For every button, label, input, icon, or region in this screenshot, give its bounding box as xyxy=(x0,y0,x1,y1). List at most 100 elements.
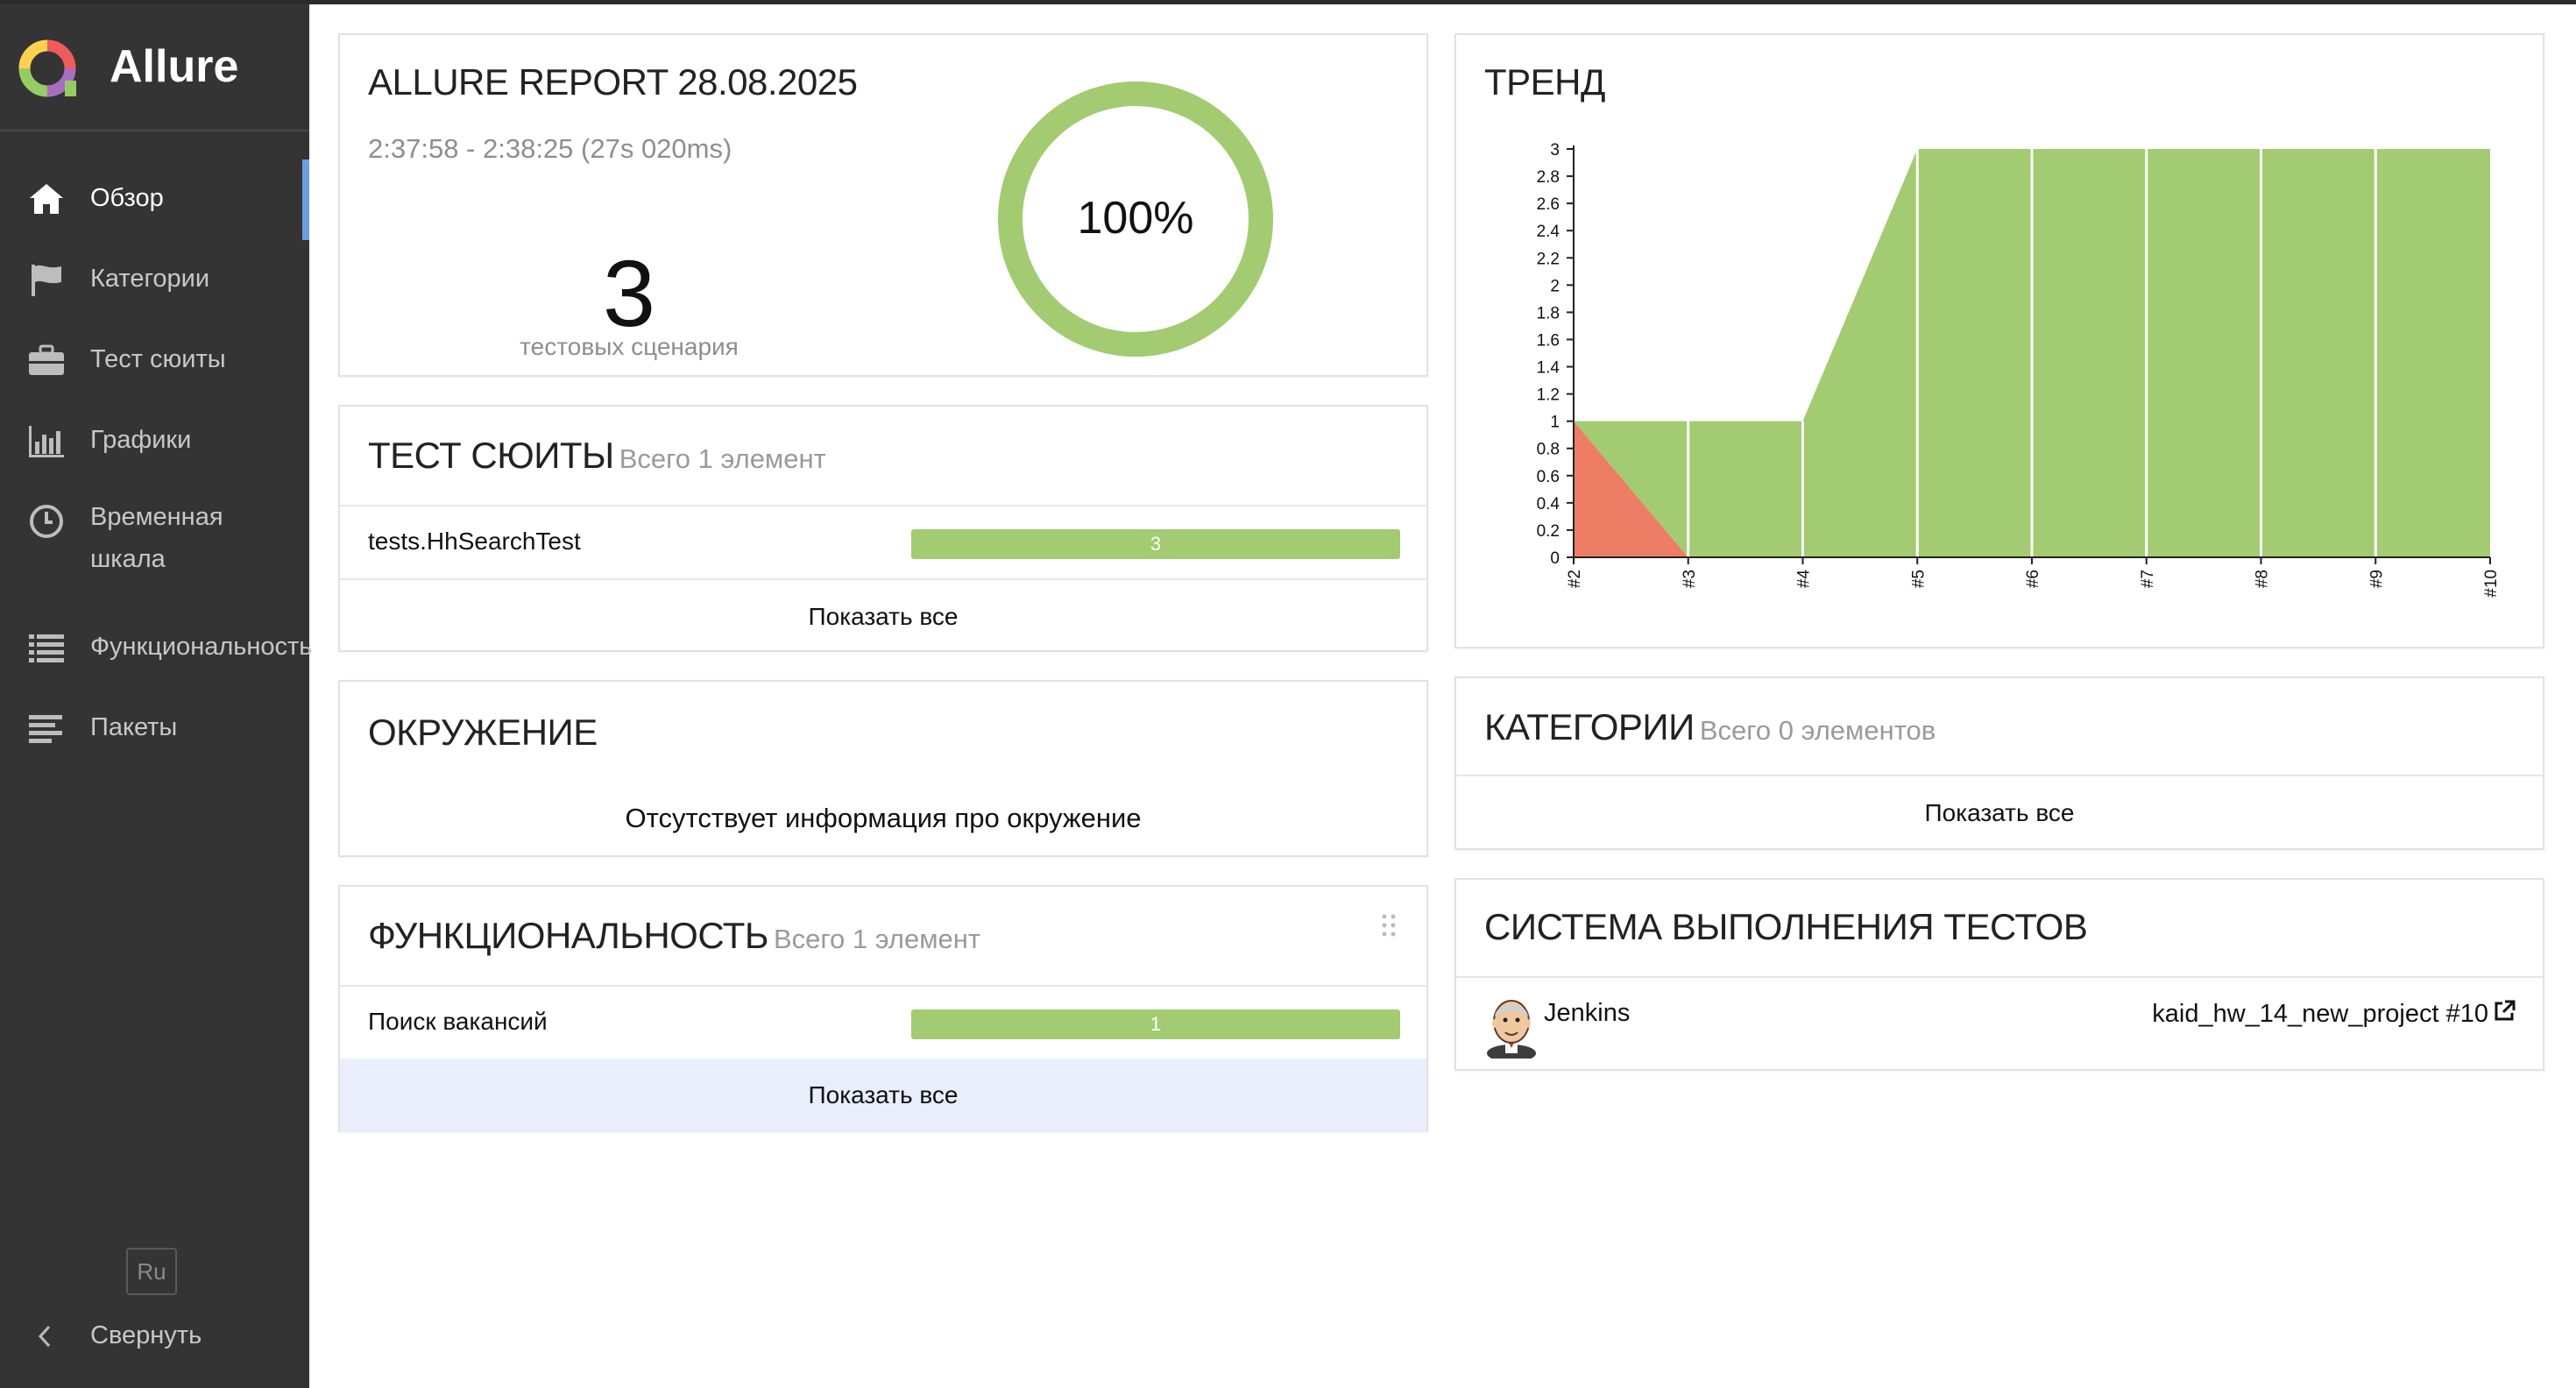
sidebar-item-graphs[interactable]: Графики xyxy=(0,401,309,482)
executor-row: Jenkins kaid_hw_14_new_project #10 xyxy=(1456,978,2543,1071)
suites-title: ТЕСТ СЮИТЫ Всего 1 элемент xyxy=(368,435,826,477)
trend-y-tick-label: 1.4 xyxy=(1537,359,1560,378)
executor-build-text: kaid_hw_14_new_project #10 xyxy=(2152,1000,2488,1028)
sidebar-item-label: Временная шкала xyxy=(90,503,223,573)
success-rate-donut[interactable]: 100% xyxy=(995,79,1276,359)
trend-y-tick-label: 2.4 xyxy=(1537,223,1560,241)
suites-subtitle: Всего 1 элемент xyxy=(619,443,826,474)
allure-logo-icon xyxy=(18,39,76,97)
environment-title: ОКРУЖЕНИЕ xyxy=(368,712,598,753)
sidebar-item-overview[interactable]: Обзор xyxy=(0,159,309,240)
executors-widget: СИСТЕМА ВЫПОЛНЕНИЯ ТЕСТОВ Jenkins kaid_h… xyxy=(1454,878,2544,1071)
features-title-text: ФУНКЦИОНАЛЬНОСТЬ xyxy=(368,915,769,956)
sidebar-item-label: Обзор xyxy=(90,184,164,212)
align-left-icon xyxy=(29,715,62,743)
suites-title-text: ТЕСТ СЮИТЫ xyxy=(368,435,614,476)
home-icon xyxy=(30,184,63,214)
trend-y-tick-label: 2.6 xyxy=(1537,195,1560,214)
test-count: 3 xyxy=(602,240,656,346)
environment-empty-message: Отсутствует информация про окружение xyxy=(625,803,1142,833)
trend-y-tick-label: 3 xyxy=(1550,141,1560,159)
trend-y-tick-label: 2.2 xyxy=(1537,250,1560,268)
categories-title: КАТЕГОРИИ Всего 0 элементов xyxy=(1484,706,1936,748)
collapse-sidebar-button[interactable]: Свернуть xyxy=(0,1311,309,1363)
executor-build-link[interactable]: kaid_hw_14_new_project #10 xyxy=(2152,999,2516,1029)
suites-show-all-button[interactable]: Показать все xyxy=(340,603,1426,631)
trend-y-tick-label: 0.8 xyxy=(1537,441,1560,459)
jenkins-icon xyxy=(1487,1000,1536,1059)
trend-y-tick-label: 0 xyxy=(1550,549,1560,568)
active-indicator xyxy=(302,159,309,240)
sidebar-item-label: Тест сюиты xyxy=(90,345,226,373)
list-icon xyxy=(29,634,64,662)
chevron-left-icon xyxy=(38,1325,51,1348)
features-subtitle: Всего 1 элемент xyxy=(774,924,981,954)
trend-y-tick-label: 1 xyxy=(1550,414,1560,432)
trend-y-tick-label: 0.2 xyxy=(1537,522,1560,541)
sidebar-item-label: Пакеты xyxy=(90,713,178,741)
feature-row[interactable]: Поиск вакансий 1 xyxy=(340,987,1426,1059)
flag-icon xyxy=(32,265,61,296)
suites-widget: ТЕСТ СЮИТЫ Всего 1 элемент tests.HhSearch… xyxy=(338,405,1428,652)
report-time-range: 2:37:58 - 2:38:25 (27s 020ms) xyxy=(368,133,732,164)
sidebar-item-suites[interactable]: Тест сюиты xyxy=(0,321,309,401)
trend-x-tick-label: #5 xyxy=(1909,570,1928,588)
briefcase-icon xyxy=(29,344,64,375)
categories-title-text: КАТЕГОРИИ xyxy=(1484,706,1695,747)
feature-progress-bar: 1 xyxy=(911,1009,1400,1039)
suite-name: tests.HhSearchTest xyxy=(368,528,581,555)
clock-icon xyxy=(30,505,63,538)
summary-widget: ALLURE REPORT 28.08.2025 2:37:58 - 2:38:… xyxy=(338,33,1428,377)
window-top-border xyxy=(0,0,2576,4)
features-show-all-button[interactable]: Показать все xyxy=(340,1059,1426,1132)
test-count-label: тестовых сценария xyxy=(520,333,739,360)
trend-x-tick-label: #10 xyxy=(2482,570,2501,598)
features-title: ФУНКЦИОНАЛЬНОСТЬ Всего 1 элемент xyxy=(368,915,980,957)
trend-y-tick-label: 1.2 xyxy=(1537,386,1560,405)
sidebar-item-categories[interactable]: Категории xyxy=(0,240,309,321)
trend-chart[interactable]: 0 0.2 0.4 0.6 0.8 1 1.2 1.4 1.6 1.8 2 2.2 2.4 2.6 2.8 3… xyxy=(1456,35,2543,647)
trend-y-tick-label: 0.6 xyxy=(1537,468,1560,486)
trend-x-tick-label: #8 xyxy=(2254,570,2272,588)
sidebar-item-label: Графики xyxy=(90,426,192,454)
suite-progress-bar: 3 xyxy=(911,529,1400,559)
suite-row[interactable]: tests.HhSearchTest 3 xyxy=(340,506,1426,578)
sidebar-item-label: Категории xyxy=(90,265,210,293)
sidebar-item-label: Функциональность xyxy=(90,633,313,661)
trend-x-tick-label: #3 xyxy=(1681,570,1699,588)
trend-x-tick-label: #7 xyxy=(2139,570,2157,588)
trend-y-tick-label: 1.6 xyxy=(1537,331,1560,350)
trend-x-tick-label: #6 xyxy=(2024,570,2042,588)
categories-widget: КАТЕГОРИИ Всего 0 элементов Показать все xyxy=(1454,676,2544,850)
features-show-all-label: Показать все xyxy=(808,1081,959,1108)
trend-widget: ТРЕНД 0 0.2 0.4 0.6 0.8 1 1.2 1.4 1.6 1.8 2 2.2 2.4 2… xyxy=(1454,33,2544,648)
categories-subtitle: Всего 0 элементов xyxy=(1699,715,1936,746)
trend-x-tick-label: #9 xyxy=(2367,570,2386,588)
collapse-label: Свернуть xyxy=(90,1321,202,1349)
external-link-icon xyxy=(2495,1000,2516,1021)
sidebar-item-features[interactable]: Функциональность xyxy=(0,608,313,689)
bar-chart-icon xyxy=(29,426,64,457)
features-widget: ФУНКЦИОНАЛЬНОСТЬ Всего 1 элемент Поиск ва… xyxy=(338,885,1428,1132)
brand[interactable]: Allure xyxy=(0,0,309,131)
executor-name: Jenkins xyxy=(1544,999,1631,1027)
environment-widget: ОКРУЖЕНИЕ Отсутствует информация про окр… xyxy=(338,680,1428,857)
sidebar-item-packages[interactable]: Пакеты xyxy=(0,689,309,769)
trend-x-tick-label: #2 xyxy=(1566,570,1584,588)
divider xyxy=(1456,775,2543,776)
feature-name: Поиск вакансий xyxy=(368,1008,548,1035)
sidebar-item-timeline[interactable]: Временная шкала xyxy=(0,482,309,587)
drag-handle-icon[interactable] xyxy=(1381,913,1397,938)
categories-show-all-button[interactable]: Показать все xyxy=(1456,799,2543,827)
sidebar: Allure Обзор Категории Тест сюиты График… xyxy=(0,0,313,1388)
trend-y-tick-label: 2 xyxy=(1550,277,1560,295)
divider xyxy=(340,578,1426,580)
app-name: Allure xyxy=(110,41,239,92)
trend-y-tick-label: 1.8 xyxy=(1537,304,1560,322)
trend-y-tick-label: 2.8 xyxy=(1537,168,1560,187)
donut-percent: 100% xyxy=(1078,193,1194,244)
report-title: ALLURE REPORT 28.08.2025 xyxy=(368,61,858,103)
language-button[interactable]: Ru xyxy=(126,1248,177,1295)
executors-title: СИСТЕМА ВЫПОЛНЕНИЯ ТЕСТОВ xyxy=(1484,906,2088,947)
trend-x-tick-label: #4 xyxy=(1795,570,1814,589)
